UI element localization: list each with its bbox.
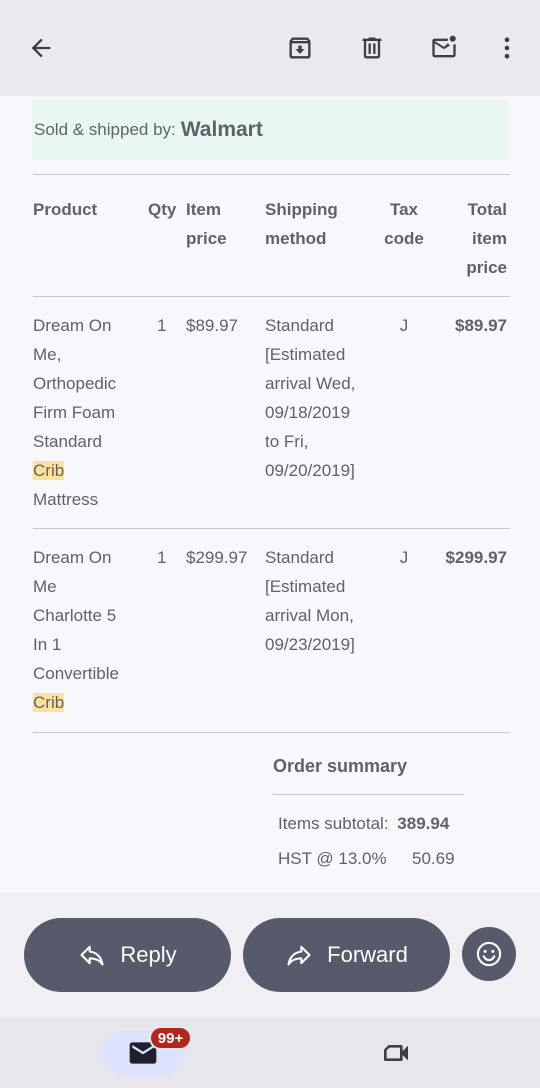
forward-label: Forward — [327, 942, 408, 967]
items-subtotal-row: Items subtotal: 389.94 — [278, 814, 449, 834]
divider — [33, 174, 510, 175]
reply-icon — [80, 945, 104, 966]
arrow-back-icon — [31, 38, 51, 58]
top-app-bar — [0, 0, 540, 96]
divider — [33, 528, 510, 529]
search-highlight: Crib — [33, 693, 65, 712]
archive-button[interactable] — [280, 28, 320, 68]
table-row-1-item-price: $89.97 — [186, 316, 238, 335]
unread-count-badge: 99+ — [149, 1026, 192, 1050]
table-row-2-item-price: $299.97 — [186, 548, 248, 567]
emoji-icon — [476, 941, 502, 967]
header-product: Product — [33, 200, 98, 219]
table-row-1-shipping: Standard [Estimated arrival Wed, 09/18/2… — [265, 316, 356, 480]
items-subtotal-label: Items subtotal: — [278, 814, 389, 833]
reply-action-bar: Reply Forward — [0, 893, 540, 1017]
table-row-2-qty: 1 — [157, 548, 167, 567]
hst-label: HST @ 13.0% — [278, 849, 387, 868]
seller-name: Walmart — [180, 118, 263, 141]
divider — [33, 732, 510, 733]
forward-button[interactable]: Forward — [243, 918, 450, 992]
header-item-price: Item price — [186, 200, 227, 248]
header-qty: Qty — [148, 200, 177, 219]
hst-value: 50.69 — [412, 849, 455, 868]
table-row-1-tax: J — [399, 316, 409, 335]
header-total: Total item price — [466, 200, 507, 277]
archive-icon — [289, 37, 311, 59]
table-row-2-product: Dream On Me Charlotte 5 In 1 Convertible… — [33, 548, 119, 712]
items-subtotal-value: 389.94 — [397, 814, 450, 833]
reply-button[interactable]: Reply — [24, 918, 231, 992]
trash-icon — [362, 37, 382, 59]
forward-icon — [287, 945, 311, 966]
nav-meet-tab[interactable] — [374, 1031, 418, 1075]
emoji-reaction-button[interactable] — [462, 927, 516, 981]
sold-by-banner: Sold & shipped by: Walmart — [32, 100, 508, 160]
mark-unread-button[interactable] — [424, 28, 464, 68]
sold-by-label: Sold & shipped by: — [34, 120, 176, 139]
table-row-2-total: $299.97 — [445, 548, 507, 567]
header-tax-code: Tax code — [384, 200, 424, 248]
header-shipping-method: Shipping method — [265, 200, 338, 248]
table-row-1-product: Dream On Me, Orthopedic Firm Foam Standa… — [33, 316, 117, 509]
table-row-2-shipping: Standard [Estimated arrival Mon, 09/23/2… — [265, 548, 355, 654]
back-button[interactable] — [21, 28, 61, 68]
more-options-button[interactable] — [487, 28, 527, 68]
divider — [273, 794, 464, 795]
search-highlight: Crib — [33, 461, 65, 480]
more-vert-icon — [504, 37, 510, 59]
reply-label: Reply — [120, 942, 177, 967]
delete-button[interactable] — [352, 28, 392, 68]
table-row-1-qty: 1 — [157, 316, 167, 335]
bottom-navigation: 99+ — [0, 1017, 540, 1088]
mark-unread-icon — [432, 35, 456, 58]
order-summary-title: Order summary — [273, 756, 408, 776]
video-icon — [384, 1045, 408, 1061]
table-row-1-total: $89.97 — [455, 316, 507, 335]
divider — [33, 296, 510, 297]
email-body: Sold & shipped by: Walmart Product Qty I… — [0, 96, 540, 893]
